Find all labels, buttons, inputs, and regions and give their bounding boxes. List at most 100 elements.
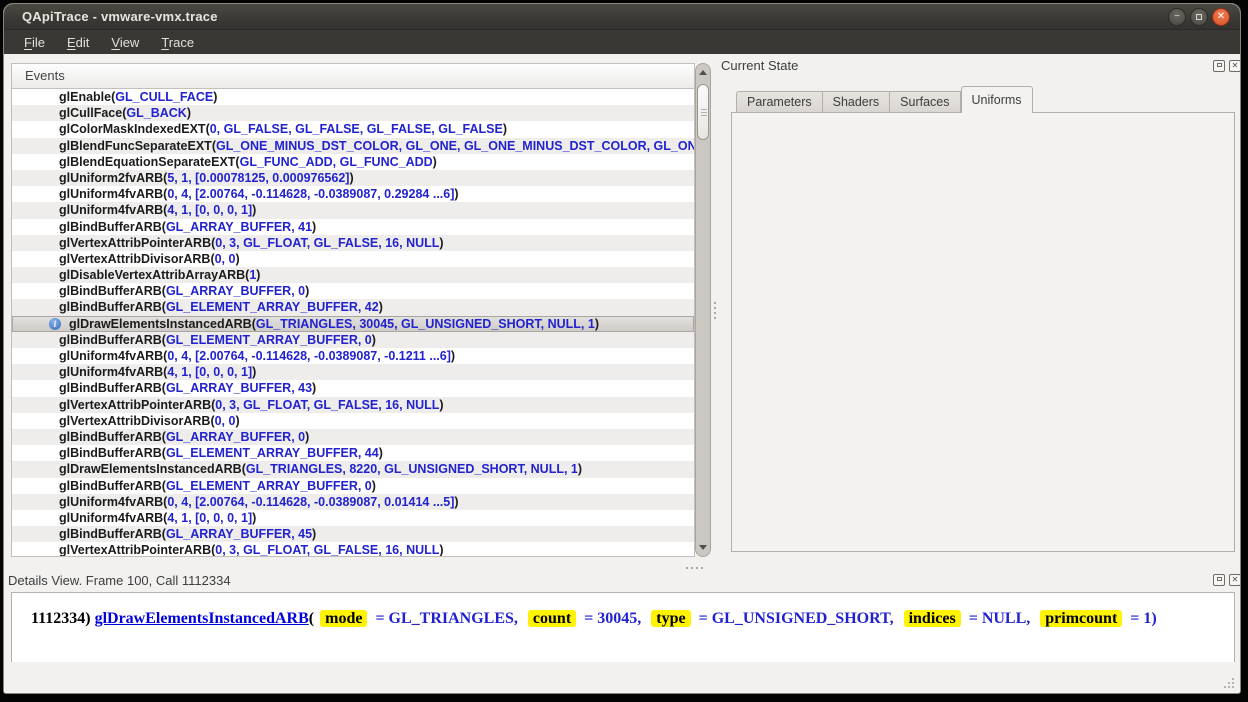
minimize-icon[interactable]: − [1168,8,1186,26]
event-row[interactable]: glColorMaskIndexedEXT(0, GL_FALSE, GL_FA… [12,121,694,137]
event-row[interactable]: glUniform4fvARB(0, 4, [2.00764, -0.11462… [12,348,694,364]
event-row[interactable]: glVertexAttribDivisorARB(0, 0) [12,251,694,267]
call-arguments: GL_ARRAY_BUFFER, 0 [166,284,305,298]
details-view: 1112334) glDrawElementsInstancedARB(mode… [11,592,1235,663]
call-arguments: GL_TRIANGLES, 8220, GL_UNSIGNED_SHORT, N… [246,462,578,476]
call-function-name: glUniform4fvARB [59,349,163,363]
tab-shaders[interactable]: Shaders [823,91,891,113]
event-row[interactable]: glUniform4fvARB(0, 4, [2.00764, -0.11462… [12,186,694,202]
event-row[interactable]: glBlendEquationSeparateEXT(GL_FUNC_ADD, … [12,154,694,170]
call-arguments: GL_BACK [126,106,186,120]
event-row[interactable]: glBindBufferARB(GL_ELEMENT_ARRAY_BUFFER,… [12,445,694,461]
events-scrollbar[interactable] [695,63,711,557]
events-column-header[interactable]: Events [11,63,695,89]
vertical-splitter-handle[interactable] [714,302,716,319]
event-row[interactable]: glUniform4fvARB(4, 1, [0, 0, 0, 1]) [12,364,694,380]
call-function-name: glVertexAttribPointerARB [59,236,211,250]
float-dock-icon[interactable] [1213,574,1225,586]
event-row[interactable]: glBindBufferARB(GL_ARRAY_BUFFER, 45) [12,526,694,542]
status-bar [4,662,1240,693]
call-function-name: glUniform4fvARB [59,187,163,201]
menu-item-view[interactable]: View [100,32,150,53]
argument-name-highlight: indices [904,610,961,627]
call-arguments: 0, 0 [215,414,236,428]
close-dock-icon[interactable]: ✕ [1229,574,1241,586]
float-dock-icon[interactable] [1213,60,1225,72]
state-tabs: ParametersShadersSurfacesUniforms [736,86,1033,113]
call-arguments: GL_FUNC_ADD, GL_FUNC_ADD [240,155,433,169]
event-row[interactable]: glEnable(GL_CULL_FACE) [12,89,694,105]
titlebar[interactable]: QApiTrace - vmware-vmx.trace − ✕ [4,4,1240,30]
call-arguments: 0, 3, GL_FLOAT, GL_FALSE, 16, NULL [215,398,439,412]
call-arguments: 5, 1, [0.00078125, 0.000976562] [167,171,349,185]
event-row[interactable]: glBindBufferARB(GL_ARRAY_BUFFER, 43) [12,380,694,396]
event-row[interactable]: glBindBufferARB(GL_ARRAY_BUFFER, 0) [12,429,694,445]
call-arguments: 0, 3, GL_FLOAT, GL_FALSE, 16, NULL [215,236,439,250]
argument-name-highlight: type [651,610,690,627]
event-row[interactable]: glVertexAttribPointerARB(0, 3, GL_FLOAT,… [12,542,694,557]
menu-item-edit[interactable]: Edit [56,32,100,53]
call-function-name: glEnable [59,90,111,104]
event-row[interactable]: glBindBufferARB(GL_ELEMENT_ARRAY_BUFFER,… [12,332,694,348]
call-function-name: glVertexAttribDivisorARB [59,414,210,428]
call-function-name: glBindBufferARB [59,300,162,314]
event-row[interactable]: glCullFace(GL_BACK) [12,105,694,121]
event-row[interactable]: glDrawElementsInstancedARB(GL_TRIANGLES,… [12,461,694,477]
app-window: QApiTrace - vmware-vmx.trace − ✕ FileEdi… [3,3,1241,694]
event-row[interactable]: glVertexAttribPointerARB(0, 3, GL_FLOAT,… [12,235,694,251]
event-row[interactable]: glBindBufferARB(GL_ARRAY_BUFFER, 0) [12,283,694,299]
call-function-name: glDisableVertexAttribArrayARB [59,268,245,282]
close-icon[interactable]: ✕ [1212,8,1230,26]
horizontal-splitter-handle[interactable] [686,567,703,569]
menu-item-trace[interactable]: Trace [150,32,205,53]
call-details-line: 1112334) glDrawElementsInstancedARB(mode… [31,610,1157,628]
call-function-name: glBlendFuncSeparateEXT [59,139,212,153]
argument-name-highlight: count [528,610,576,627]
call-arguments: 0, GL_FALSE, GL_FALSE, GL_FALSE, GL_FALS… [210,122,503,136]
scrollbar-thumb[interactable] [697,84,709,140]
tab-parameters[interactable]: Parameters [736,91,823,113]
menu-item-file[interactable]: File [13,32,56,53]
scrollbar-up-icon[interactable] [696,65,710,80]
call-arguments: GL_ELEMENT_ARRAY_BUFFER, 0 [166,333,372,347]
event-row-selected[interactable]: iglDrawElementsInstancedARB(GL_TRIANGLES… [12,316,694,332]
event-row[interactable]: glDisableVertexAttribArrayARB(1) [12,267,694,283]
call-arguments: 4, 1, [0, 0, 0, 1] [167,203,252,217]
current-state-dock-controls: ✕ [1213,60,1241,72]
call-function-name: glUniform4fvARB [59,365,163,379]
event-row[interactable]: glUniform4fvARB(0, 4, [2.00764, -0.11462… [12,494,694,510]
scrollbar-down-icon[interactable] [696,540,710,555]
call-function-name: glCullFace [59,106,122,120]
tab-uniforms[interactable]: Uniforms [961,86,1033,113]
tab-surfaces[interactable]: Surfaces [890,91,960,113]
resize-grip[interactable] [1222,676,1234,688]
call-arguments: GL_ELEMENT_ARRAY_BUFFER, 0 [166,479,372,493]
event-row[interactable]: glVertexAttribPointerARB(0, 3, GL_FLOAT,… [12,397,694,413]
call-arguments: GL_ELEMENT_ARRAY_BUFFER, 42 [166,300,379,314]
call-function-name: glBlendEquationSeparateEXT [59,155,235,169]
call-function-name: glBindBufferARB [59,446,162,460]
event-row[interactable]: glBindBufferARB(GL_ELEMENT_ARRAY_BUFFER,… [12,299,694,315]
event-row[interactable]: glBindBufferARB(GL_ARRAY_BUFFER, 41) [12,219,694,235]
close-dock-icon[interactable]: ✕ [1229,60,1241,72]
call-function-name: glVertexAttribDivisorARB [59,252,210,266]
event-row[interactable]: glBlendFuncSeparateEXT(GL_ONE_MINUS_DST_… [12,138,694,154]
maximize-icon[interactable] [1190,8,1208,26]
call-arguments: GL_TRIANGLES, 30045, GL_UNSIGNED_SHORT, … [256,317,595,331]
event-row[interactable]: glUniform4fvARB(4, 1, [0, 0, 0, 1]) [12,510,694,526]
event-row[interactable]: glBindBufferARB(GL_ELEMENT_ARRAY_BUFFER,… [12,478,694,494]
argument-name-highlight: mode [320,610,367,627]
call-arguments: 0, 4, [2.00764, -0.114628, -0.0389087, 0… [167,495,454,509]
event-row[interactable]: glVertexAttribDivisorARB(0, 0) [12,413,694,429]
argument-value: = GL_UNSIGNED_SHORT, [695,610,898,627]
window-title: QApiTrace - vmware-vmx.trace [22,9,218,24]
function-link[interactable]: glDrawElementsInstancedARB [95,610,309,627]
event-row[interactable]: glUniform2fvARB(5, 1, [0.00078125, 0.000… [12,170,694,186]
call-function-name: glBindBufferARB [59,479,162,493]
call-arguments: 0, 4, [2.00764, -0.114628, -0.0389087, -… [167,349,451,363]
menubar: FileEditViewTrace [4,30,1240,54]
argument-value: = NULL, [965,610,1035,627]
call-function-name: glBindBufferARB [59,284,162,298]
info-icon: i [49,318,61,330]
event-row[interactable]: glUniform4fvARB(4, 1, [0, 0, 0, 1]) [12,202,694,218]
